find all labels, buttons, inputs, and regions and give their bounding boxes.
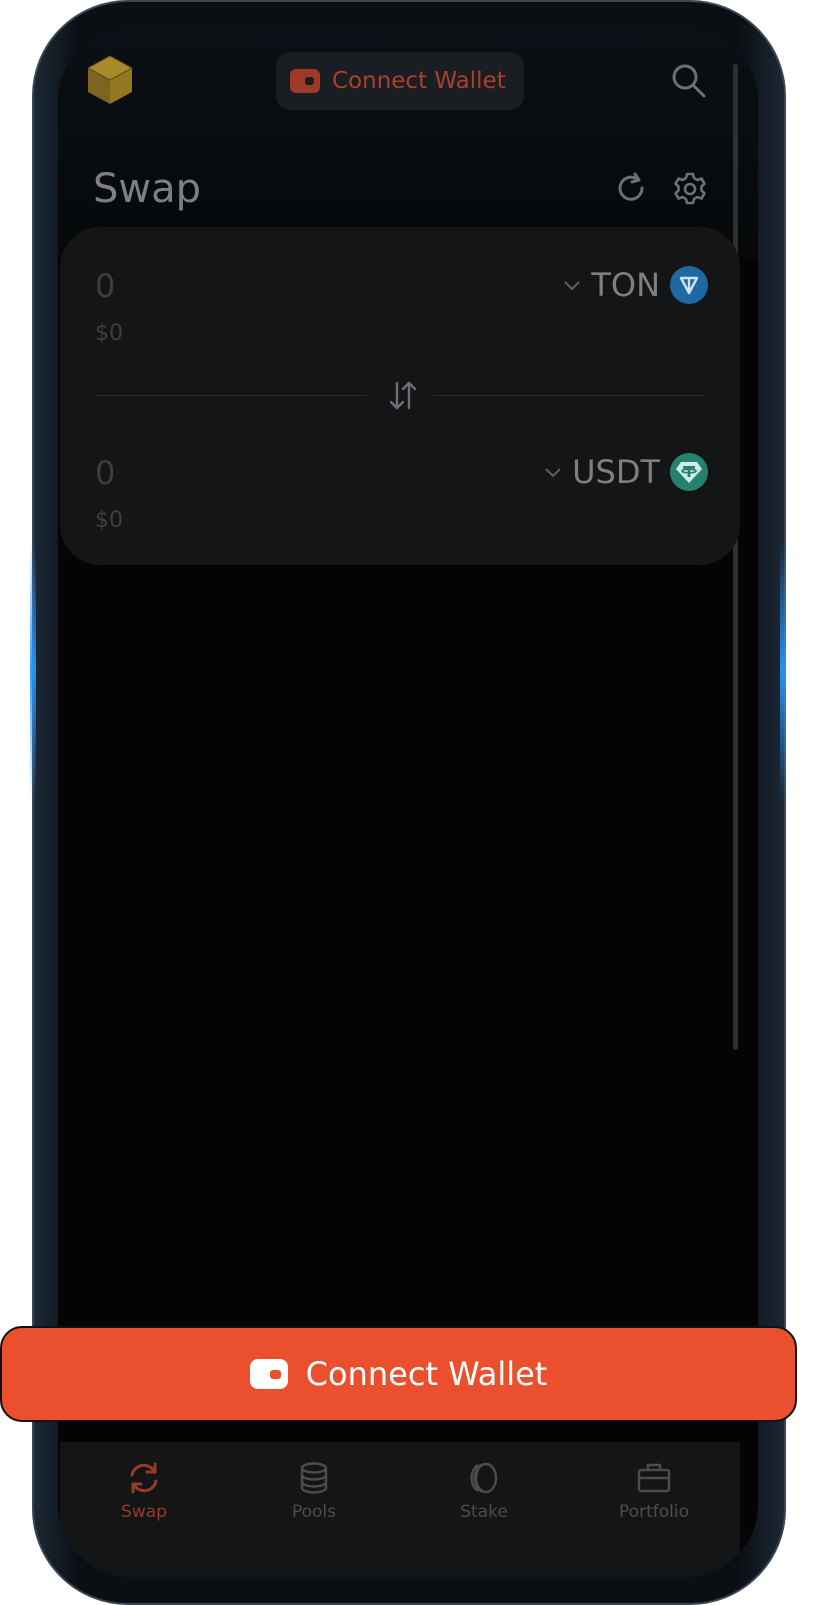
gear-icon[interactable] (672, 171, 708, 207)
nav-label-pools: Pools (291, 1502, 337, 1522)
divider-left (94, 395, 366, 396)
bottom-navigation: Swap Pools Stake Portfolio (60, 1442, 740, 1577)
to-usd-value: $0 (95, 508, 123, 533)
swap-arrows-icon[interactable] (386, 379, 420, 413)
divider-right (434, 395, 706, 396)
to-amount-input[interactable]: 0 (95, 454, 115, 492)
header-connect-wallet-button[interactable]: Connect Wallet (276, 52, 524, 110)
swap-card: 0 $0 TON 0 $0 USDT (60, 227, 740, 565)
edge-glow-right (780, 540, 786, 800)
to-token-symbol: USDT (572, 453, 660, 491)
nav-label-swap: Swap (121, 1502, 167, 1522)
header-connect-wallet-label: Connect Wallet (332, 68, 506, 94)
from-usd-value: $0 (95, 321, 123, 346)
edge-glow-left (30, 540, 36, 800)
page-title: Swap (93, 166, 202, 212)
nav-item-portfolio[interactable]: Portfolio (594, 1460, 714, 1522)
connect-wallet-button[interactable]: Connect Wallet (0, 1326, 797, 1422)
from-token-symbol: TON (591, 266, 660, 304)
nav-item-stake[interactable]: Stake (424, 1460, 544, 1522)
nav-label-stake: Stake (460, 1502, 508, 1522)
nav-item-swap[interactable]: Swap (84, 1460, 204, 1522)
ton-icon (670, 266, 708, 304)
refresh-icon[interactable] (613, 171, 649, 207)
chevron-down-icon (564, 281, 581, 291)
nav-item-pools[interactable]: Pools (254, 1460, 374, 1522)
cube-logo-icon[interactable] (86, 54, 134, 106)
scrollbar[interactable] (733, 64, 738, 1050)
database-icon (300, 1462, 328, 1494)
to-token-selector[interactable]: USDT (544, 452, 708, 492)
search-icon[interactable] (670, 62, 708, 100)
swap-icon (130, 1462, 158, 1494)
nav-label-portfolio: Portfolio (619, 1502, 689, 1522)
connect-wallet-label: Connect Wallet (305, 1355, 548, 1393)
usdt-icon (670, 453, 708, 491)
coin-icon (470, 1462, 498, 1494)
wallet-icon (249, 1359, 288, 1389)
from-amount-input[interactable]: 0 (95, 267, 115, 305)
wallet-icon (290, 69, 320, 93)
chevron-down-icon (545, 468, 561, 478)
briefcase-icon (637, 1463, 671, 1493)
from-token-selector[interactable]: TON (563, 265, 708, 305)
